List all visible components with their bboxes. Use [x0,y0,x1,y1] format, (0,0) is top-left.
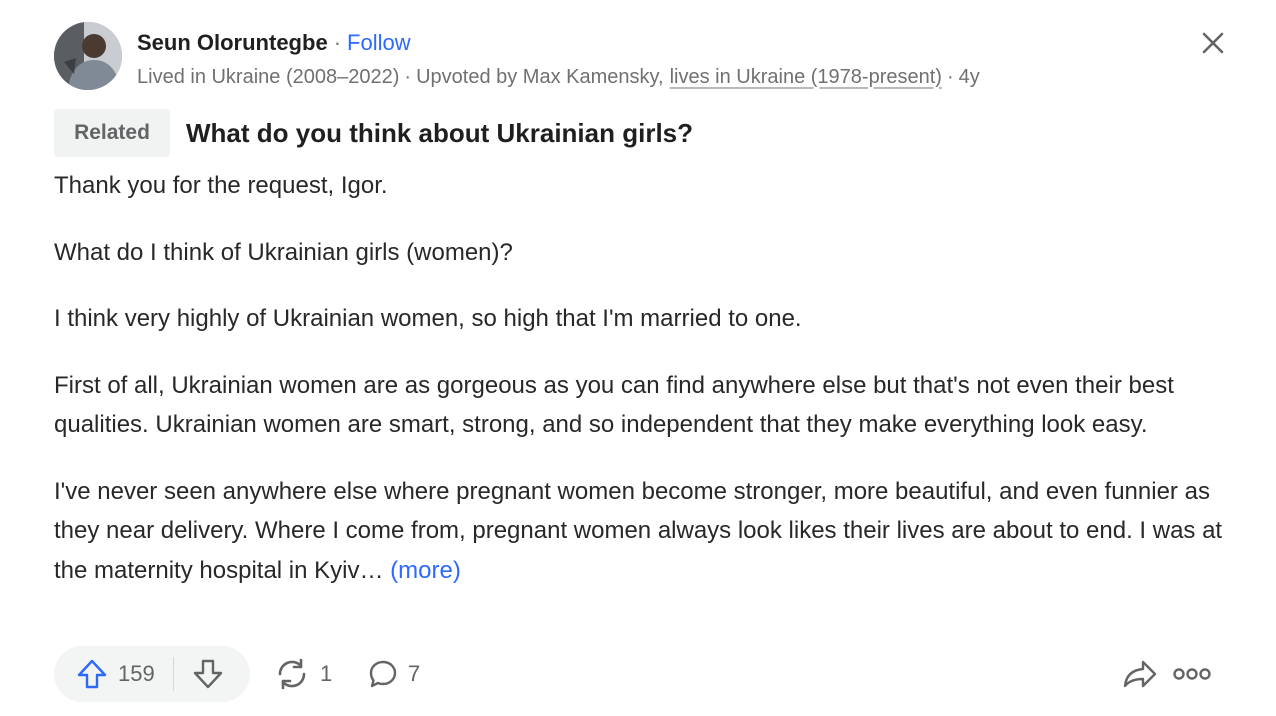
comment-button[interactable]: 7 [368,646,420,702]
avatar-photo-icon [54,22,122,90]
answer-age[interactable]: 4y [959,66,980,89]
author-name[interactable]: Seun Oloruntegbe [137,30,328,56]
answer-paragraph: I think very highly of Ukrainian women, … [54,305,802,332]
question-title[interactable]: What do you think about Ukrainian girls? [186,113,693,153]
comment-count: 7 [408,661,421,686]
share-button[interactable] [1120,646,1160,702]
reshare-count: 1 [320,661,333,686]
upvote-arrow-icon [77,659,107,689]
more-link[interactable]: (more) [390,557,461,584]
separator-dot: · [333,30,342,55]
upvote-button[interactable]: 159 [54,646,173,702]
reshare-button[interactable]: 1 [274,646,332,702]
author-line: Seun Oloruntegbe · Follow [137,28,411,58]
upvote-count: 159 [118,661,155,686]
separator-dot: · [946,65,954,88]
vote-group: 159 [54,646,250,702]
forward-share-icon [1123,660,1157,688]
author-credential[interactable]: Lived in Ukraine (2008–2022) [137,66,399,89]
upvoted-by-label[interactable]: Upvoted by Max Kamensky, [416,66,664,89]
answer-card: Seun Oloruntegbe · Follow Lived in Ukrai… [0,0,1276,716]
author-avatar[interactable] [54,22,122,90]
upvoter-credential[interactable]: lives in Ukraine (1978-present) [670,66,942,89]
answer-paragraph: What do I think of Ukrainian girls (wome… [54,238,513,266]
separator-dot: · [404,65,412,88]
follow-button[interactable]: Follow [347,30,411,56]
downvote-button[interactable] [174,646,242,702]
answer-paragraph: Thank you for the request, Igor. [54,172,388,199]
reshare-icon [278,658,306,690]
related-badge: Related [54,109,170,157]
answer-paragraph: First of all, Ukrainian women are as gor… [54,371,1174,439]
comment-bubble-icon [369,660,397,688]
close-button[interactable] [1196,26,1230,60]
answer-paragraph-text: I've never seen anywhere else where preg… [54,477,1223,584]
downvote-arrow-icon [193,659,222,689]
action-bar: 159 1 7 [54,646,1224,702]
more-options-icon [1173,668,1211,680]
more-options-button[interactable] [1168,646,1216,702]
author-meta: Lived in Ukraine (2008–2022) · Upvoted b… [137,63,980,91]
close-icon [1202,32,1224,54]
answer-body[interactable]: Thank you for the request, Igor. What do… [54,166,1224,617]
answer-paragraph-last: I've never seen anywhere else where preg… [54,472,1224,591]
